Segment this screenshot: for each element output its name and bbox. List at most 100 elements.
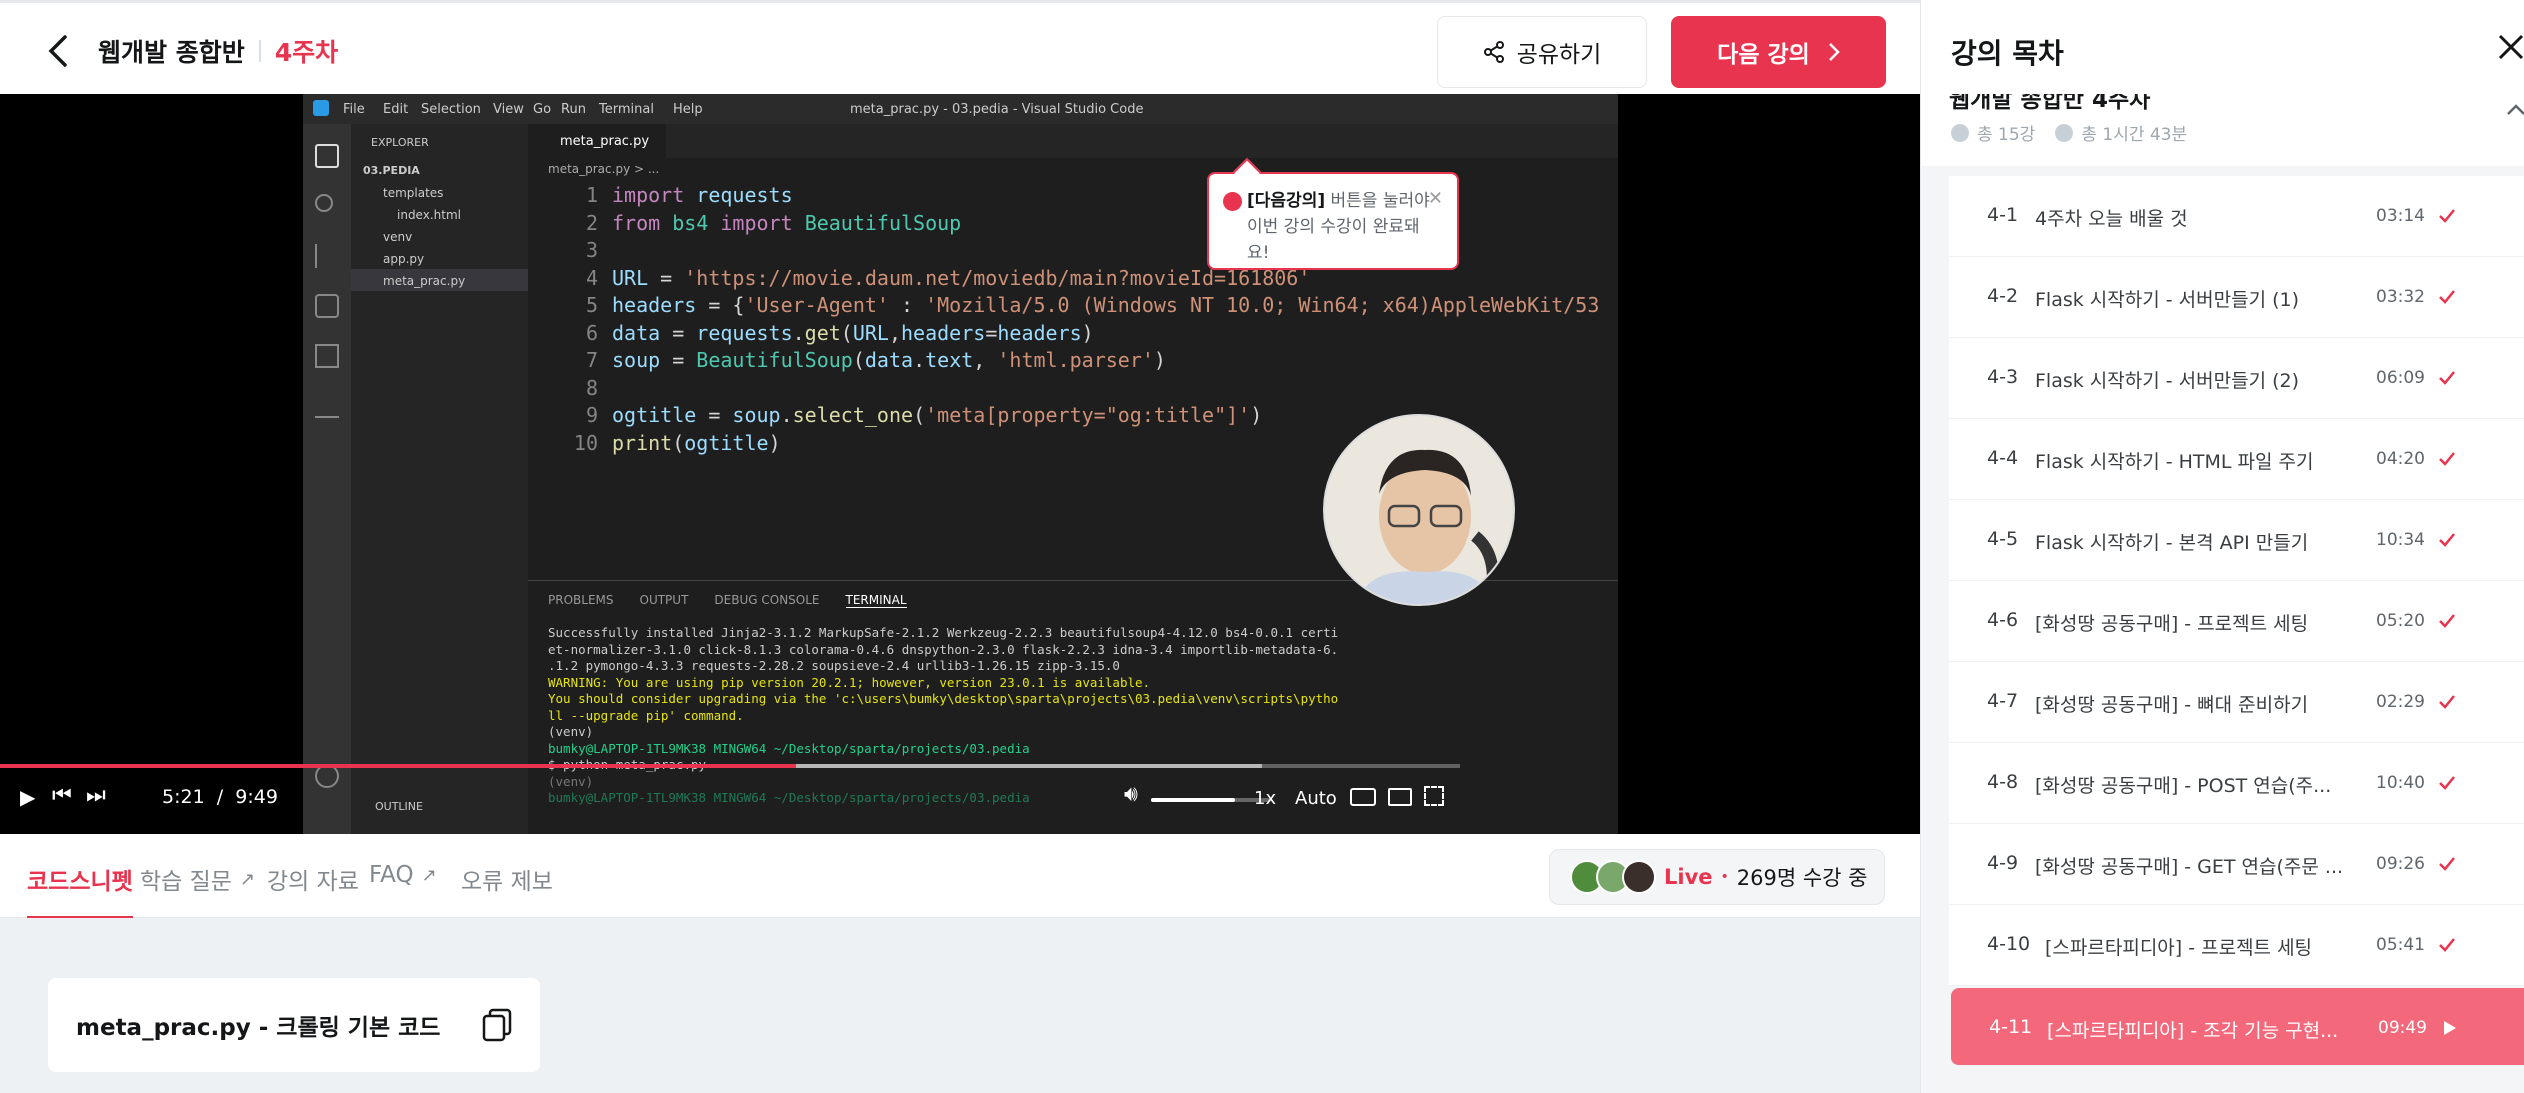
copy-icon[interactable] xyxy=(482,1008,512,1042)
lesson-number: 4-7 xyxy=(1987,690,2019,712)
close-icon[interactable]: ✕ xyxy=(1428,186,1443,212)
time-current: 5:21 xyxy=(162,786,205,808)
terminal-line: (venv) xyxy=(548,724,594,739)
next-lecture-button[interactable]: 다음 강의 xyxy=(1671,16,1886,88)
snippet-title: meta_prac.py - 크롤링 기본 코드 xyxy=(76,1015,441,1041)
live-dot: • xyxy=(1720,869,1729,885)
vscode-menu-edit: Edit xyxy=(383,102,409,117)
chevron-up-icon[interactable] xyxy=(2506,100,2524,120)
lesson-item[interactable]: 4-10 [스파르타피디아] - 프로젝트 세팅 05:41 xyxy=(1949,905,2524,986)
tab-faq[interactable]: FAQ ↗ xyxy=(369,862,437,888)
tab-materials-label: 강의 자료 xyxy=(267,869,359,895)
speed-button[interactable]: 1x xyxy=(1254,788,1276,809)
terminal-line: .1.2 pymongo-4.3.3 requests-2.28.2 soups… xyxy=(548,658,1120,673)
course-title: 웹개발 종합반 xyxy=(98,38,245,67)
lesson-item[interactable]: 4-1 4주차 오늘 배울 것 03:14 xyxy=(1949,176,2524,257)
vscode-menu-file: File xyxy=(343,102,365,117)
video-player[interactable]: File Edit Selection View Go Run Terminal… xyxy=(0,94,1920,834)
lesson-number: 4-5 xyxy=(1987,528,2019,550)
quality-button[interactable]: Auto xyxy=(1295,788,1337,809)
check-icon xyxy=(2439,695,2455,709)
search-icon xyxy=(315,194,333,212)
lesson-duration: 09:49 xyxy=(2378,1018,2427,1038)
tab-report-error[interactable]: 오류 제보 xyxy=(461,862,553,896)
terminal-line: et-normalizer-3.1.0 click-8.1.3 colorama… xyxy=(548,641,1339,657)
lesson-title: [화성땅 공동구매] - GET 연습(주문 ... xyxy=(2035,856,2344,878)
code-line: ogtitle = soup.select_one('meta[property… xyxy=(612,403,1263,427)
tab-questions-label: 학습 질문 xyxy=(140,869,232,895)
lesson-item[interactable]: 4-9 [화성땅 공동구매] - GET 연습(주문 ... 09:26 xyxy=(1949,824,2524,905)
lesson-item[interactable]: 4-7 [화성땅 공동구매] - 뼈대 준비하기 02:29 xyxy=(1949,662,2524,743)
check-icon xyxy=(2439,857,2455,871)
lesson-item[interactable]: 4-5 Flask 시작하기 - 본격 API 만들기 10:34 xyxy=(1949,500,2524,581)
lesson-duration: 10:34 xyxy=(2376,530,2425,550)
check-icon xyxy=(2439,776,2455,790)
volume-slider[interactable] xyxy=(1151,798,1271,802)
back-button[interactable] xyxy=(40,33,76,69)
terminal-line: You should consider upgrading via the 'c… xyxy=(548,691,1339,706)
tab-materials[interactable]: 강의 자료 xyxy=(267,862,359,896)
editor-tab: meta_prac.py xyxy=(528,124,666,158)
lesson-item[interactable]: 4-6 [화성땅 공동구매] - 프로젝트 세팅 05:20 xyxy=(1949,581,2524,662)
section-header[interactable]: 웹개발 종합반 4주차 총 15강 총 1시간 43분 xyxy=(1921,94,2524,166)
lesson-duration: 03:14 xyxy=(2376,206,2425,226)
terminal-line: ll --upgrade pip' command. xyxy=(548,707,744,723)
lesson-item[interactable]: 4-3 Flask 시작하기 - 서버만들기 (2) 06:09 xyxy=(1949,338,2524,419)
breadcrumb-divider xyxy=(258,40,261,62)
lesson-item[interactable]: 4-8 [화성땅 공동구매] - POST 연습(주... 10:40 xyxy=(1949,743,2524,824)
extensions-icon xyxy=(315,344,339,368)
close-icon[interactable] xyxy=(2496,32,2524,62)
lesson-item[interactable]: 4-4 Flask 시작하기 - HTML 파일 주기 04:20 xyxy=(1949,419,2524,500)
lesson-duration: 05:20 xyxy=(2376,611,2425,631)
lesson-item[interactable]: 4-2 Flask 시작하기 - 서버만들기 (1) 03:32 xyxy=(1949,257,2524,338)
fullscreen-icon[interactable] xyxy=(1424,786,1444,806)
tooltip-line1: [다음강의] 버튼을 눌러야 xyxy=(1247,188,1437,214)
volume-icon[interactable]: 🔊︎ xyxy=(1124,782,1138,807)
lesson-number: 4-6 xyxy=(1987,609,2019,631)
lesson-duration: 10:40 xyxy=(2376,773,2425,793)
line-number: 10 xyxy=(573,430,598,455)
line-number: 4 xyxy=(585,265,598,290)
tab-questions[interactable]: 학습 질문 ↗ xyxy=(140,862,255,896)
section-meta: 총 15강 총 1시간 43분 xyxy=(1951,120,2187,145)
lesson-duration: 04:20 xyxy=(2376,449,2425,469)
vscode-menu-help: Help xyxy=(673,102,703,117)
vscode-logo-icon xyxy=(313,100,329,116)
play-icon[interactable]: ▶ xyxy=(20,785,35,809)
share-button[interactable]: 공유하기 xyxy=(1437,16,1647,88)
lesson-title: [스파르타피디아] - 프로젝트 세팅 xyxy=(2045,937,2313,959)
lesson-item-current[interactable]: 4-11 [스파르타피디아] - 조각 기능 구현... 09:49 xyxy=(1951,988,2524,1066)
line-number: 3 xyxy=(585,238,598,262)
tab-code-snippet[interactable]: 코드스니펫 xyxy=(27,862,133,919)
lesson-title: [화성땅 공동구매] - 프로젝트 세팅 xyxy=(2035,613,2309,635)
snippet-card[interactable]: meta_prac.py - 크롤링 기본 코드 xyxy=(48,978,540,1072)
check-icon xyxy=(2439,452,2455,466)
vscode-activity-bar xyxy=(303,124,351,834)
lesson-number: 4-10 xyxy=(1987,933,2031,955)
tab-faq-label: FAQ xyxy=(369,862,414,888)
lecture-count-text: 총 15강 xyxy=(1977,125,2036,145)
snippet-area: meta_prac.py - 크롤링 기본 코드 xyxy=(0,918,1920,1093)
live-label: Live xyxy=(1664,865,1713,889)
curriculum-sidebar: 강의 목차 웹개발 종합반 4주차 총 15강 총 1시간 43분 4-1 4주차… xyxy=(1920,0,2524,1093)
skip-back-icon[interactable]: ⏮ xyxy=(52,783,72,808)
lesson-title: [스파르타피디아] - 조각 기능 구현... xyxy=(2047,1020,2339,1042)
progress-played xyxy=(0,764,796,768)
vscode-menu-run: Run xyxy=(561,102,586,117)
lesson-number: 4-11 xyxy=(1989,1016,2033,1038)
vscode-menu-selection: Selection xyxy=(421,102,481,117)
tree-folder-venv: venv xyxy=(383,230,413,244)
panel-tab-debug: DEBUG CONSOLE xyxy=(714,593,820,607)
testing-icon xyxy=(315,394,339,418)
source-control-icon xyxy=(315,244,339,268)
tree-folder-templates: templates xyxy=(383,186,444,200)
lesson-title: Flask 시작하기 - 서버만들기 (2) xyxy=(2035,370,2300,392)
skip-forward-icon[interactable]: ⏭ xyxy=(86,783,106,808)
time-display: 5:21 / 9:49 xyxy=(162,786,278,808)
time-total: 9:49 xyxy=(235,786,278,808)
code-line: from bs4 import BeautifulSoup xyxy=(612,210,962,235)
code-line: import requests xyxy=(612,183,793,207)
progress-bar[interactable] xyxy=(0,764,1460,768)
subtitles-icon[interactable] xyxy=(1350,788,1376,806)
pip-icon[interactable] xyxy=(1388,788,1412,806)
